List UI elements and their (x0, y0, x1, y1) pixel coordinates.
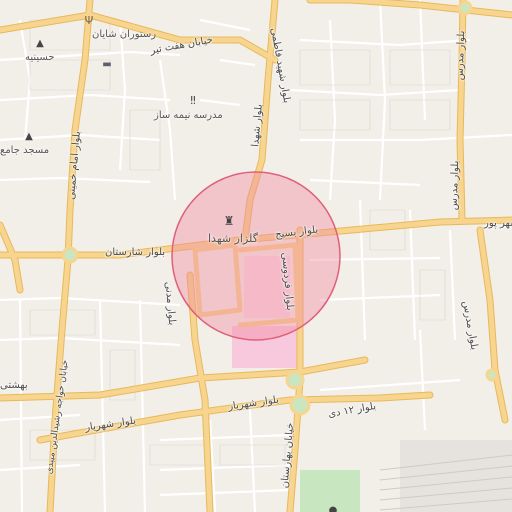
map-layer (0, 0, 512, 512)
lodging-icon[interactable]: ▬ (100, 57, 114, 71)
road-label-beheshti: بهشتی (0, 380, 28, 391)
map-canvas[interactable]: Ψ ▲ ▬ ‼ ▲ ♜ ● رستوران شایان حسینیه مدرسه… (0, 0, 512, 512)
restaurant-icon[interactable]: Ψ (82, 13, 96, 27)
poi-school-label[interactable]: مدرسه نیمه ساز (154, 110, 223, 121)
road-label-mastoor: شهر پور (484, 218, 512, 229)
poi-husseiniya-label[interactable]: حسینیه (25, 52, 55, 63)
cemetery-icon[interactable]: ♜ (222, 214, 236, 228)
mosque-icon[interactable]: ▲ (33, 36, 47, 50)
poi-golzar-label[interactable]: گلزار شهدا (208, 232, 258, 245)
poi-mosque-label[interactable]: مسجد جامع (0, 145, 49, 156)
road-label-modares-north: بلوار مدرس (454, 30, 468, 81)
park-icon[interactable]: ● (326, 503, 340, 512)
school-icon[interactable]: ‼ (186, 93, 200, 107)
road-label-shariati: بلوار شارستان (105, 247, 166, 258)
road-label-modares: بلوار مدرس (448, 160, 462, 211)
mosque-icon-2[interactable]: ▲ (22, 129, 36, 143)
poi-restaurant-label[interactable]: رستوران شایان (92, 29, 156, 40)
